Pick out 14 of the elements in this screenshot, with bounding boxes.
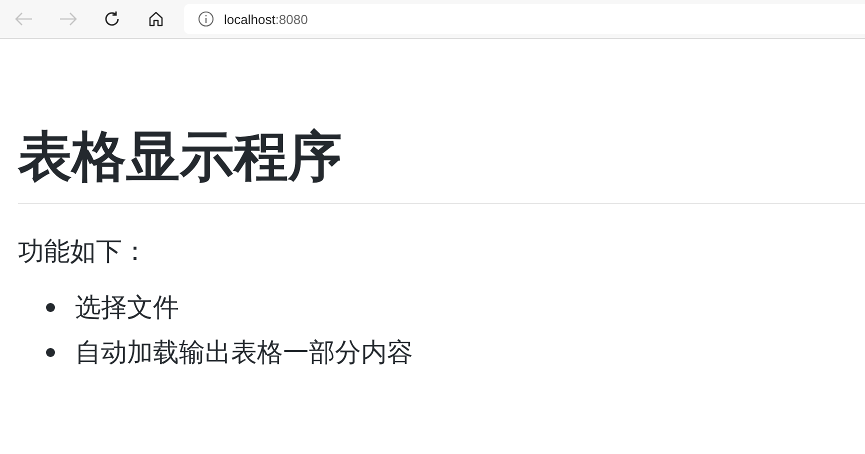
url-host: localhost [224,12,276,26]
forward-arrow-icon [59,12,77,26]
page-heading: 表格显示程序 [18,124,343,190]
feature-item: 选择文件 [75,292,179,325]
bullet-icon [46,303,55,312]
bullet-icon [46,348,55,357]
feature-item: 自动加载输出表格一部分内容 [75,337,413,370]
info-icon [198,11,214,27]
home-icon [148,11,164,27]
url-port: :8080 [275,12,308,26]
intro-text: 功能如下： [18,236,149,269]
back-arrow-icon [15,12,33,26]
refresh-icon [103,10,121,28]
address-bar[interactable]: localhost:8080 [184,4,865,34]
